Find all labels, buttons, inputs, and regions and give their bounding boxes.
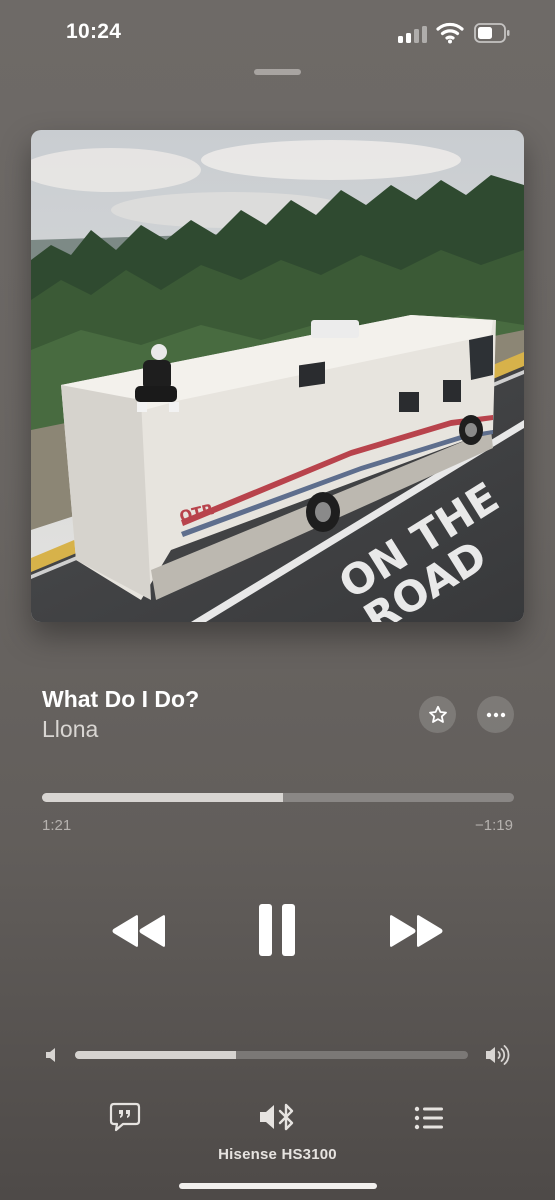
rewind-button[interactable]: [108, 906, 170, 956]
lyrics-quote-icon: [109, 1102, 141, 1132]
remaining-time: −1:19: [475, 817, 513, 834]
fast-forward-icon: [390, 915, 443, 947]
output-device-name: Hisense HS3100: [218, 1146, 337, 1163]
audio-output-button[interactable]: [258, 1100, 298, 1134]
cellular-signal-icon: [398, 25, 428, 43]
pause-button[interactable]: [252, 900, 302, 960]
playback-scrubber[interactable]: [42, 793, 514, 802]
playback-progress-fill: [42, 793, 283, 802]
volume-level-fill: [75, 1051, 237, 1059]
star-icon: [428, 705, 447, 723]
wifi-icon: [436, 22, 464, 44]
status-time: 10:24: [66, 20, 122, 43]
volume-low-icon: [44, 1046, 60, 1064]
elapsed-time: 1:21: [42, 817, 72, 834]
bluetooth-speaker-icon: [260, 1103, 294, 1131]
pause-icon: [259, 904, 295, 956]
queue-list-icon: [414, 1106, 443, 1130]
queue-button[interactable]: [413, 1104, 445, 1132]
volume-high-icon: [484, 1043, 512, 1067]
fast-forward-button[interactable]: [385, 906, 447, 956]
artist-name[interactable]: Llona: [42, 716, 98, 743]
home-indicator[interactable]: [179, 1183, 377, 1189]
song-title: What Do I Do?: [42, 686, 200, 712]
volume-slider[interactable]: [75, 1051, 468, 1059]
sheet-grabber[interactable]: [254, 69, 301, 75]
rewind-icon: [112, 915, 165, 947]
favorite-button[interactable]: [419, 696, 456, 733]
more-options-button[interactable]: [477, 696, 514, 733]
ellipsis-icon: [486, 712, 505, 717]
lyrics-button[interactable]: [108, 1101, 142, 1133]
battery-icon: [474, 22, 510, 44]
album-artwork: ON THE ROAD OTR: [31, 130, 524, 622]
